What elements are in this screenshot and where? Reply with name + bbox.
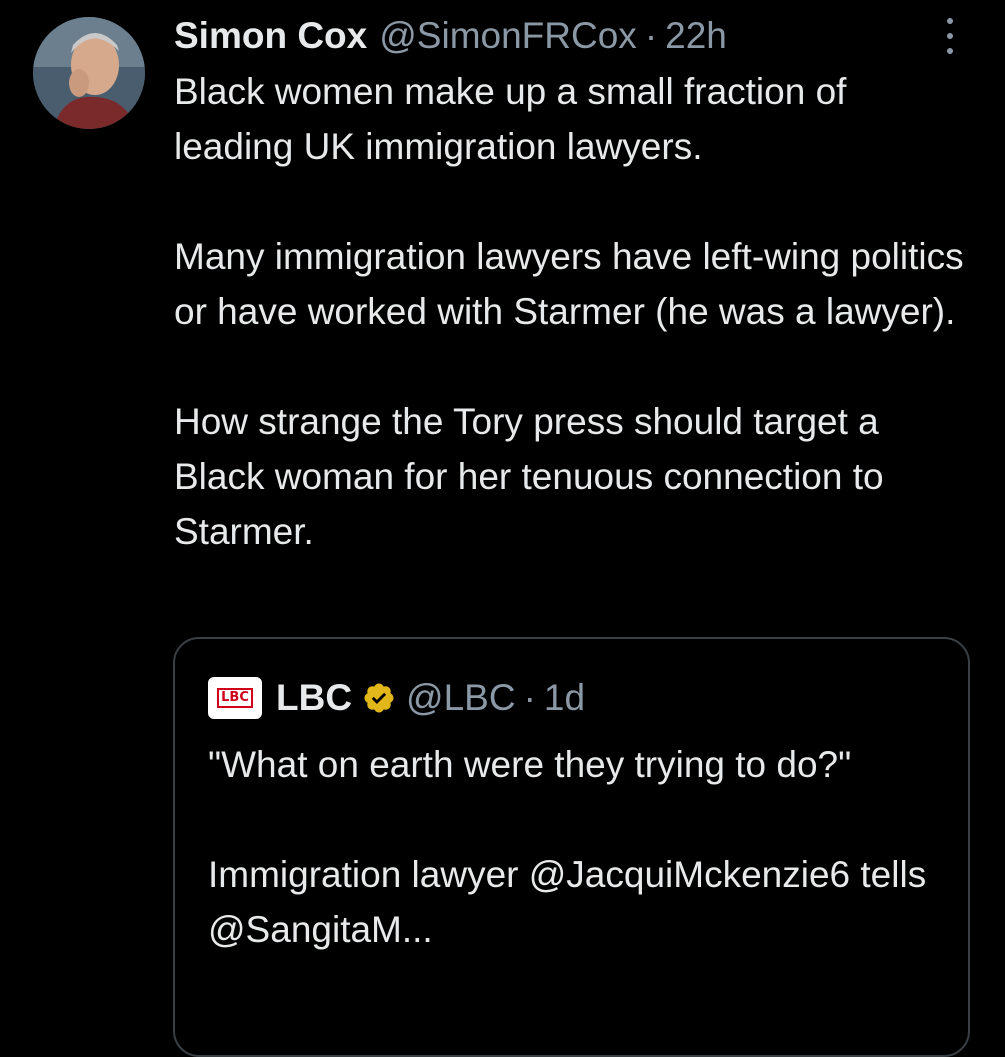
author-handle[interactable]: @SimonFRCox	[379, 15, 637, 57]
more-vertical-icon	[947, 18, 953, 24]
tweet-paragraph: How strange the Tory press should target…	[174, 401, 884, 552]
separator-dot: ·	[523, 677, 536, 718]
quoted-paragraph: "What on earth were they trying to do?"	[208, 744, 852, 785]
lbc-logo[interactable]: LBC	[208, 677, 262, 719]
tweet-paragraph: Black women make up a small fraction of …	[174, 71, 847, 167]
separator-dot: ·	[644, 15, 658, 56]
quoted-tweet-header: LBC LBC @LBC · 1d	[208, 675, 585, 721]
author-name[interactable]: Simon Cox	[174, 15, 367, 57]
quoted-tweet[interactable]: LBC LBC @LBC · 1d "What on earth were th…	[173, 637, 970, 1057]
verified-badge-icon	[364, 683, 394, 713]
quoted-tweet-text: "What on earth were they trying to do?" …	[208, 737, 948, 1012]
quoted-author-name[interactable]: LBC	[276, 677, 352, 719]
avatar-image	[33, 17, 145, 129]
quoted-author-handle[interactable]: @LBC	[406, 677, 516, 719]
lbc-logo-text: LBC	[217, 688, 253, 708]
quoted-paragraph: Immigration lawyer @JacquiMckenzie6 tell…	[208, 854, 927, 950]
tweet-timestamp[interactable]: 22h	[665, 15, 727, 57]
tweet-text: Black women make up a small fraction of …	[174, 64, 974, 559]
quoted-tweet-timestamp[interactable]: 1d	[544, 677, 585, 719]
more-options-button[interactable]	[930, 14, 970, 58]
tweet[interactable]: Simon Cox @SimonFRCox · 22h Black women …	[0, 0, 1005, 1057]
avatar[interactable]	[33, 17, 145, 129]
tweet-header: Simon Cox @SimonFRCox · 22h	[174, 10, 727, 62]
tweet-paragraph: Many immigration lawyers have left-wing …	[174, 236, 964, 332]
